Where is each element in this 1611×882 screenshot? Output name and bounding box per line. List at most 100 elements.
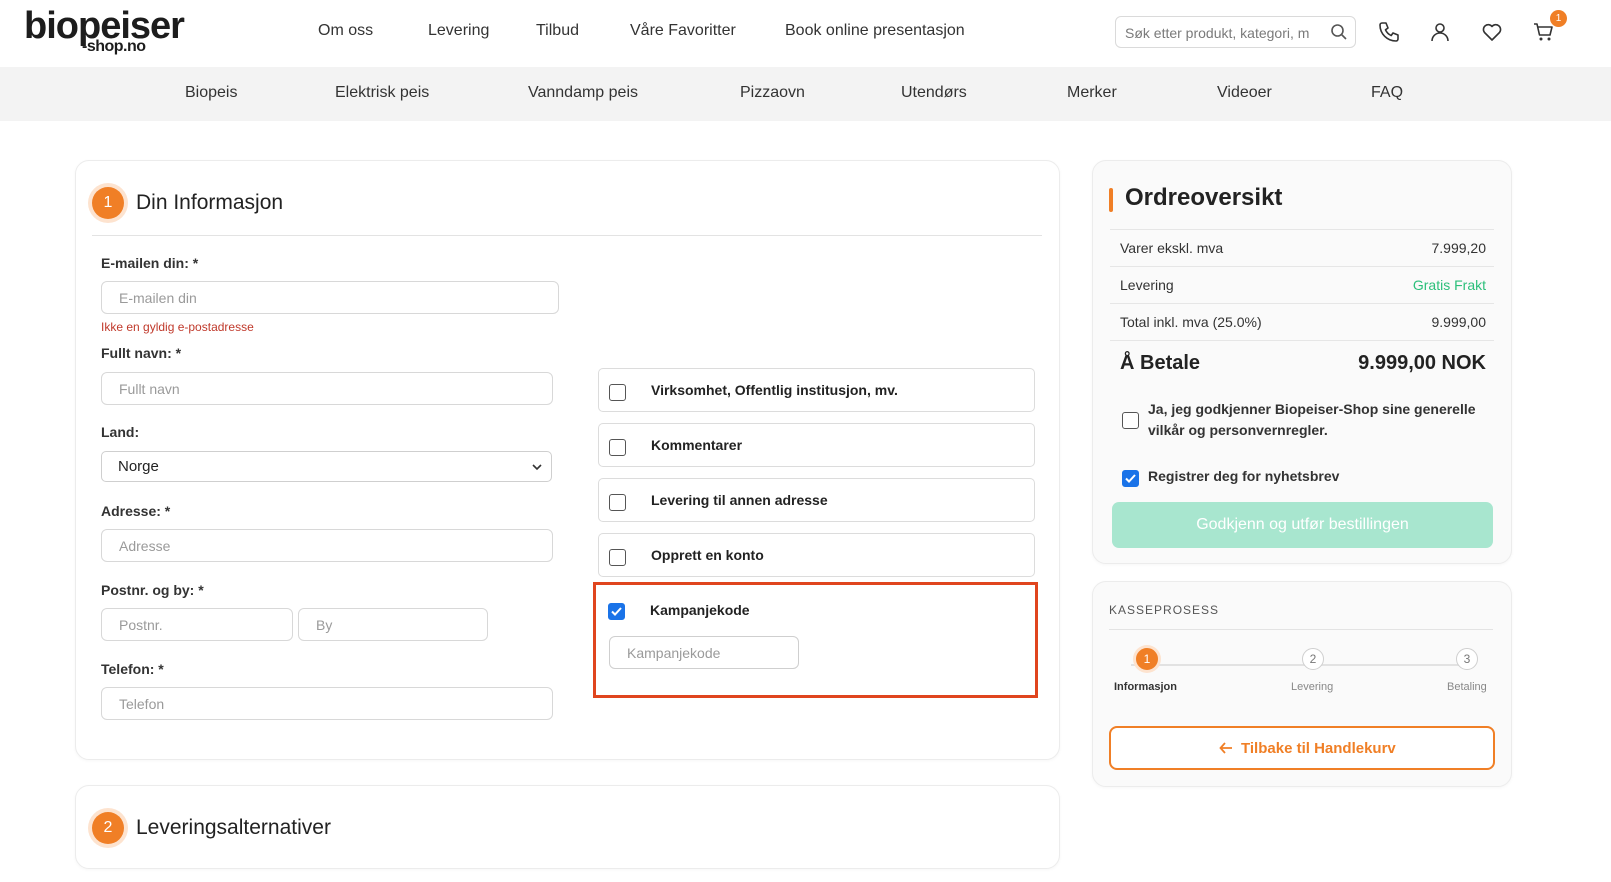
summary-value: Gratis Frakt xyxy=(1412,277,1486,293)
phone-input[interactable] xyxy=(102,688,552,719)
name-input[interactable] xyxy=(102,373,552,404)
info-title: Din Informasjon xyxy=(136,191,284,214)
cat-vanndamp-peis[interactable]: Vanndamp peis xyxy=(528,84,638,102)
option-business[interactable]: Virksomhet, Offentlig institusjon, mv. xyxy=(598,368,1035,412)
step-number: 2 xyxy=(92,812,124,844)
address-label: Adresse: * xyxy=(101,503,171,519)
site-header: biopeiser -shop.no Om oss Levering Tilbu… xyxy=(0,0,1611,67)
email-input[interactable] xyxy=(102,282,558,313)
comments-checkbox[interactable] xyxy=(609,439,626,456)
nav-vare-favoritter[interactable]: Våre Favoritter xyxy=(630,22,736,40)
phone-icon[interactable] xyxy=(1377,20,1401,44)
cat-biopeis[interactable]: Biopeis xyxy=(185,84,237,102)
check-icon xyxy=(611,607,622,616)
option-comments[interactable]: Kommentarer xyxy=(598,423,1035,467)
business-checkbox[interactable] xyxy=(609,384,626,401)
process-step-label: Levering xyxy=(1291,681,1334,693)
newsletter-label: Registrer deg for nyhetsbrev xyxy=(1148,468,1340,484)
summary-row: Levering Gratis Frakt xyxy=(1110,266,1494,303)
campaign-checkbox[interactable] xyxy=(608,603,625,620)
process-step-label: Informasjon xyxy=(1114,681,1177,693)
heart-icon[interactable] xyxy=(1480,20,1504,44)
summary-key: Varer ekskl. mva xyxy=(1120,240,1224,256)
summary-row: Varer ekskl. mva 7.999,20 xyxy=(1110,229,1494,266)
phone-field xyxy=(101,687,553,720)
summary-value: 7.999,20 xyxy=(1431,240,1487,256)
cart-count-badge: 1 xyxy=(1550,10,1567,27)
option-label: Opprett en konto xyxy=(651,547,764,563)
section-divider xyxy=(92,235,1042,236)
cat-utendors[interactable]: Utendørs xyxy=(901,84,967,102)
city-field xyxy=(298,608,488,641)
summary-value: 9.999,00 xyxy=(1431,314,1487,330)
process-step-label: Betaling xyxy=(1447,681,1487,693)
create-account-checkbox[interactable] xyxy=(609,549,626,566)
back-to-cart-button[interactable]: Tilbake til Handlekurv xyxy=(1109,726,1495,770)
country-select[interactable]: Norge xyxy=(101,451,552,482)
progress-track xyxy=(1131,664,1471,666)
logo-subtext: -shop.no xyxy=(82,38,146,55)
delivery-title: Leveringsalternativer xyxy=(136,816,331,839)
option-create-account[interactable]: Opprett en konto xyxy=(598,533,1035,577)
pay-row: Å Betale 9.999,00 NOK xyxy=(1110,340,1494,382)
phone-label: Telefon: * xyxy=(101,661,164,677)
cat-pizzaovn[interactable]: Pizzaovn xyxy=(740,84,805,102)
process-step-2: 2 xyxy=(1302,648,1324,670)
process-divider xyxy=(1109,629,1493,630)
option-label: Virksomhet, Offentlig institusjon, mv. xyxy=(651,382,898,398)
other-address-checkbox[interactable] xyxy=(609,494,626,511)
option-label: Levering til annen adresse xyxy=(651,492,828,508)
cat-faq[interactable]: FAQ xyxy=(1371,84,1403,102)
summary-key: Total inkl. mva (25.0%) xyxy=(1120,314,1262,330)
nav-tilbud[interactable]: Tilbud xyxy=(536,22,579,40)
cat-merker[interactable]: Merker xyxy=(1067,84,1117,102)
country-value: Norge xyxy=(118,458,159,475)
arrow-left-icon xyxy=(1219,742,1232,754)
title-accent xyxy=(1109,188,1113,212)
search-input[interactable] xyxy=(1125,23,1323,43)
option-other-address[interactable]: Levering til annen adresse xyxy=(598,478,1035,522)
campaign-input[interactable] xyxy=(610,637,798,668)
check-icon xyxy=(1125,474,1136,483)
postal-input[interactable] xyxy=(102,609,292,640)
cat-elektrisk-peis[interactable]: Elektrisk peis xyxy=(335,84,429,102)
confirm-order-button[interactable]: Godkjenn og utfør bestillingen xyxy=(1112,502,1493,548)
terms-label: Ja, jeg godkjenner Biopeiser-Shop sine g… xyxy=(1148,401,1476,438)
country-label: Land: xyxy=(101,424,140,440)
process-step-1: 1 xyxy=(1136,648,1158,670)
process-step-3: 3 xyxy=(1456,648,1478,670)
summary-key: Levering xyxy=(1120,277,1174,293)
email-label: E-mailen din: * xyxy=(101,255,199,271)
search-box xyxy=(1115,16,1356,48)
campaign-label: Kampanjekode xyxy=(650,602,750,618)
email-field xyxy=(101,281,559,314)
city-input[interactable] xyxy=(299,609,487,640)
address-field xyxy=(101,529,553,562)
step-number: 1 xyxy=(92,187,124,219)
name-field xyxy=(101,372,553,405)
search-icon[interactable] xyxy=(1329,22,1349,42)
summary-row: Total inkl. mva (25.0%) 9.999,00 xyxy=(1110,303,1494,340)
cat-videoer[interactable]: Videoer xyxy=(1217,84,1272,102)
newsletter-checkbox[interactable] xyxy=(1122,470,1139,487)
pay-label: Å Betale xyxy=(1120,352,1201,374)
pay-value: 9.999,00 NOK xyxy=(1358,352,1486,374)
postal-label: Postnr. og by: * xyxy=(101,582,204,598)
back-button-label: Tilbake til Handlekurv xyxy=(1241,740,1396,757)
option-label: Kommentarer xyxy=(651,437,743,453)
nav-book-presentasjon[interactable]: Book online presentasjon xyxy=(785,22,965,40)
address-input[interactable] xyxy=(102,530,552,561)
nav-om-oss[interactable]: Om oss xyxy=(318,22,373,40)
category-nav: Biopeis Elektrisk peis Vanndamp peis Piz… xyxy=(0,67,1611,121)
user-icon[interactable] xyxy=(1428,20,1452,44)
terms-checkbox[interactable] xyxy=(1122,412,1139,429)
summary-title: Ordreoversikt xyxy=(1125,184,1283,211)
site-logo[interactable]: biopeiser -shop.no xyxy=(24,4,185,62)
postal-field xyxy=(101,608,293,641)
name-label: Fullt navn: * xyxy=(101,345,182,361)
campaign-field xyxy=(609,636,799,669)
nav-levering[interactable]: Levering xyxy=(428,22,489,40)
chevron-down-icon xyxy=(532,464,542,471)
process-title: KASSEPROSESS xyxy=(1109,603,1220,617)
email-error: Ikke en gyldig e-postadresse xyxy=(101,320,254,334)
